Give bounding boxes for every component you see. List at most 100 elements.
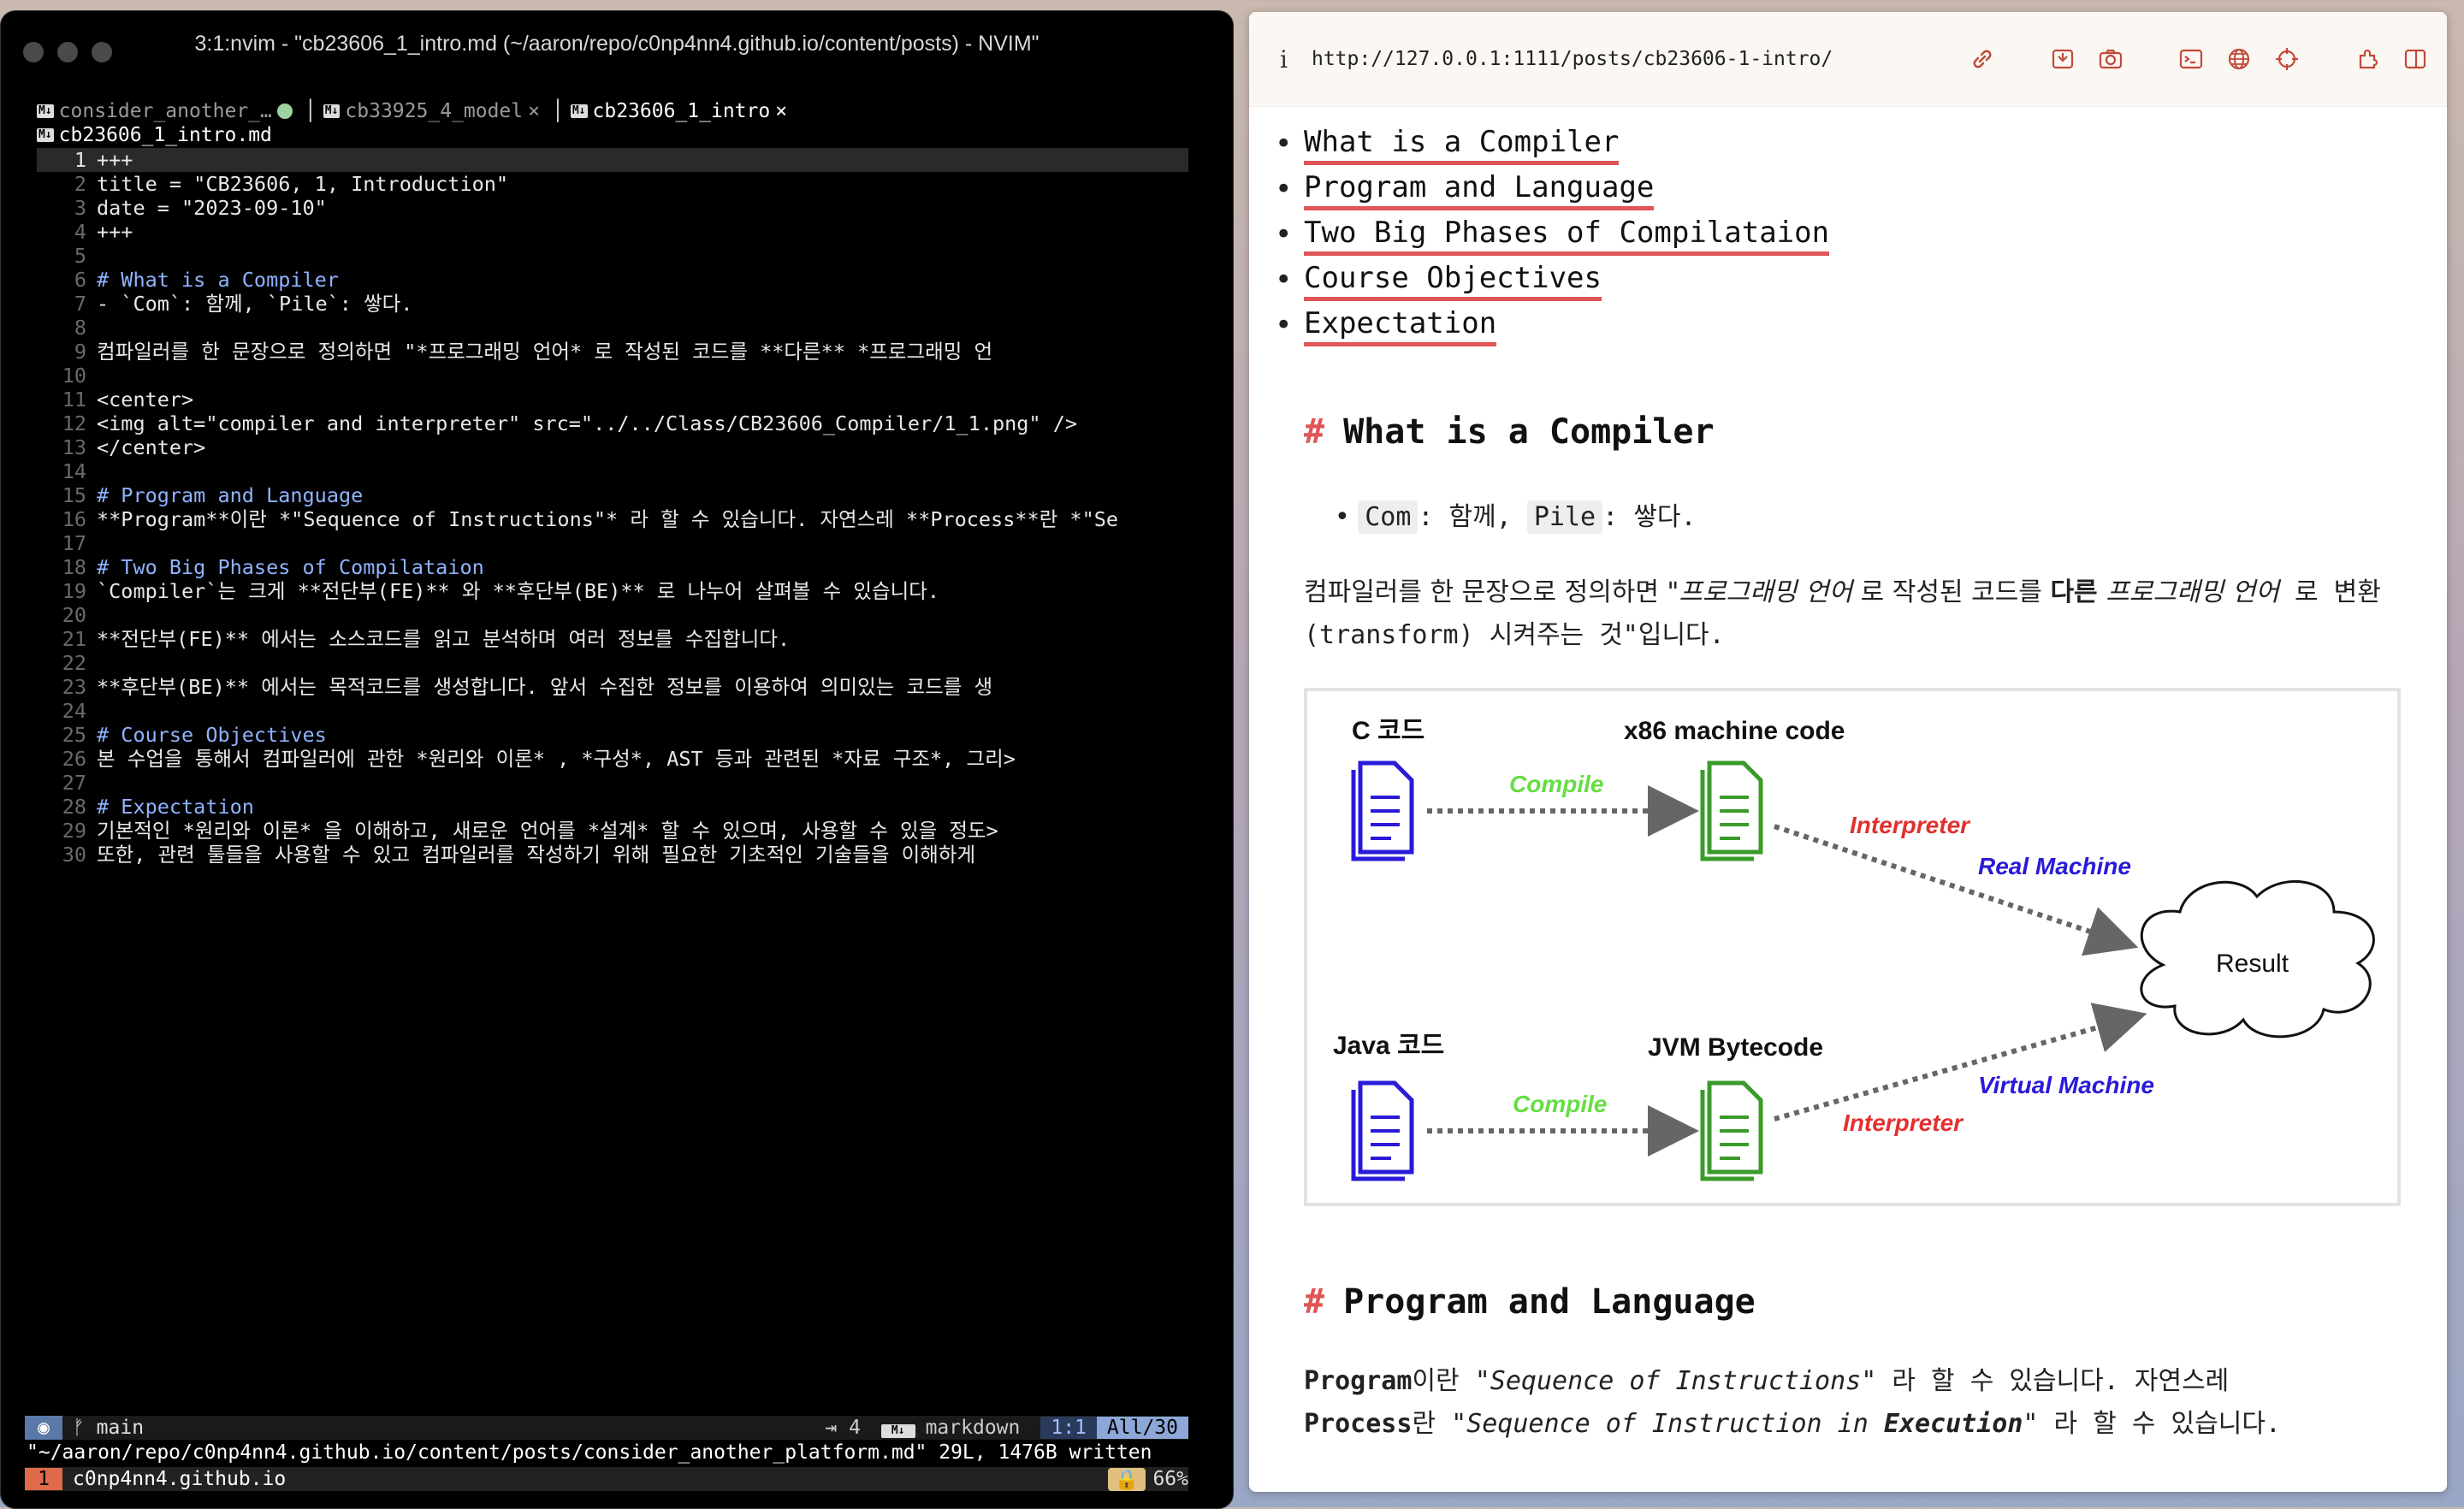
editor-line[interactable]: 18 # Two Big Phases of Compilataion (37, 555, 1188, 579)
editor-line[interactable]: 25 # Course Objectives (37, 723, 1188, 747)
camera-icon[interactable] (2096, 44, 2125, 74)
document-icon (1700, 1080, 1763, 1181)
address-bar[interactable]: http://127.0.0.1:1111/posts/cb23606-1-in… (1312, 48, 1833, 70)
toc-item[interactable]: Two Big Phases of Compilataion (1275, 216, 1830, 261)
sidebar-toggle-icon[interactable] (2401, 44, 2430, 74)
toc-link[interactable]: Expectation (1304, 306, 1497, 346)
toolbar-icons (1968, 44, 2430, 74)
line-number: 3 (74, 196, 86, 220)
line-text: 또한, 관련 툴들을 사용할 수 있고 컴파일러를 작성하기 위해 필요한 기초… (97, 843, 976, 867)
line-text: 본 수업을 통해서 컴파일러에 관한 *원리와 이론* , *구성*, AST … (97, 747, 1016, 771)
indent-setting: ⇥ 4 (825, 1417, 861, 1439)
buffer-tab-active[interactable]: M↓ cb23606_1_intro × (570, 100, 787, 122)
editor-line[interactable]: 2 title = "CB23606, 1, Introduction" (37, 172, 1188, 196)
line-number: 15 (62, 483, 86, 507)
editor-line[interactable]: 13 </center> (37, 435, 1188, 459)
line-number: 4 (74, 220, 86, 244)
editor-line[interactable]: 27 (37, 771, 1188, 795)
toc-item[interactable]: Program and Language (1275, 170, 1829, 216)
save-page-icon[interactable] (2048, 44, 2077, 74)
markdown-icon: M↓ (37, 104, 54, 118)
toc-link[interactable]: Program and Language (1304, 170, 1655, 210)
line-text (97, 531, 1188, 555)
editor-line[interactable]: 20 (37, 603, 1188, 627)
document-icon (1351, 1080, 1414, 1181)
line-number: 26 (62, 747, 86, 771)
window-controls[interactable] (23, 42, 112, 62)
text: 라 할 수 있습니다. 자연스레 (1876, 1366, 2230, 1396)
inline-code: Com (1358, 500, 1419, 534)
close-window-button[interactable] (23, 42, 44, 62)
editor-line[interactable]: 28 # Expectation (37, 795, 1188, 819)
close-tab-icon[interactable]: × (528, 100, 540, 122)
line-number: 13 (62, 435, 86, 459)
tmux-window-index[interactable]: 1 (25, 1468, 62, 1490)
heading-text: What is a Compiler (1343, 412, 1715, 452)
globe-icon[interactable] (2224, 44, 2254, 74)
browser-frame: i http://127.0.0.1:1111/posts/cb23606-1-… (1249, 12, 2447, 1492)
line-text (97, 771, 1188, 795)
toc-link[interactable]: What is a Compiler (1304, 125, 1620, 165)
editor-line[interactable]: 23 **후단부(BE)** 에서는 목적코드를 생성합니다. 앞서 수집한 정보… (37, 675, 1188, 699)
line-text: # What is a Compiler (97, 268, 339, 292)
terminal-icon[interactable] (2177, 44, 2206, 74)
buffer-tab[interactable]: M↓ consider_another_… (37, 100, 293, 122)
terminal-title: 3:1:nvim - "cb23606_1_intro.md (~/aaron/… (194, 31, 1040, 56)
line-text: # Two Big Phases of Compilataion (97, 555, 484, 579)
terminal-titlebar: 3:1:nvim - "cb23606_1_intro.md (~/aaron/… (1, 11, 1233, 76)
toc-item[interactable]: Course Objectives (1275, 261, 1829, 306)
toc-item[interactable]: What is a Compiler (1275, 125, 1829, 170)
terminal-window[interactable]: 3:1:nvim - "cb23606_1_intro.md (~/aaron/… (0, 10, 1234, 1509)
filetype: M↓ markdown (871, 1417, 1040, 1439)
heading-anchor[interactable]: # (1304, 412, 1324, 452)
editor-line[interactable]: 17 (37, 531, 1188, 555)
editor-line[interactable]: 19 `Compiler`는 크게 **전단부(FE)** 와 **후단부(BE)… (37, 579, 1188, 603)
info-icon[interactable]: i (1280, 45, 1288, 74)
editor-line[interactable]: 7 - `Com`: 함께, `Pile`: 쌓다. (37, 292, 1188, 316)
minimize-window-button[interactable] (57, 42, 78, 62)
editor-line[interactable]: 12 <img alt="compiler and interpreter" sr… (37, 411, 1188, 435)
link-icon[interactable] (1968, 44, 1997, 74)
editor-line[interactable]: 5 (37, 244, 1188, 268)
editor-line[interactable]: 22 (37, 651, 1188, 675)
editor-line[interactable]: 30 또한, 관련 툴들을 사용할 수 있고 컴파일러를 작성하기 위해 필요한 … (37, 843, 1188, 867)
heading-anchor[interactable]: # (1304, 1282, 1324, 1322)
editor-line[interactable]: 3 date = "2023-09-10" (37, 196, 1188, 220)
markdown-icon: M↓ (880, 1424, 915, 1438)
editor-line[interactable]: 10 (37, 364, 1188, 388)
editor-line[interactable]: 16 **Program**이란 *"Sequence of Instructio… (37, 507, 1188, 531)
editor-buffer[interactable]: 1 +++ 2 title = "CB23606, 1, Introduction" 3… (37, 148, 1188, 867)
close-tab-icon[interactable]: × (775, 100, 787, 122)
crosshair-icon[interactable] (2272, 44, 2301, 74)
extensions-icon[interactable] (2353, 44, 2382, 74)
line-number: 17 (62, 531, 86, 555)
editor-line[interactable]: 26 본 수업을 통해서 컴파일러에 관한 *원리와 이론* , *구성*, AS… (37, 747, 1188, 771)
zoom-window-button[interactable] (92, 42, 112, 62)
line-number: 2 (74, 172, 86, 196)
text (2098, 577, 2106, 607)
figure-svg: C 코드 Compile x86 machine code Interprete… (1333, 717, 2375, 1181)
modified-indicator (276, 104, 293, 119)
browser-window[interactable]: i http://127.0.0.1:1111/posts/cb23606-1-… (1234, 0, 2464, 1507)
editor-line[interactable]: 1 +++ (37, 148, 1188, 172)
editor-line[interactable]: 8 (37, 316, 1188, 340)
toc-link[interactable]: Course Objectives (1304, 261, 1602, 301)
section-heading: # What is a Compiler (1304, 412, 1715, 452)
editor-line[interactable]: 6 # What is a Compiler (37, 268, 1188, 292)
toc-link[interactable]: Two Big Phases of Compilataion (1304, 216, 1830, 256)
editor-line[interactable]: 4 +++ (37, 220, 1188, 244)
java-code-label: Java 코드 (1333, 1032, 1444, 1060)
editor-line[interactable]: 15 # Program and Language (37, 483, 1188, 507)
editor-line[interactable]: 9 컴파일러를 한 문장으로 정의하면 "*프로그래밍 언어* 로 작성된 코드를… (37, 340, 1188, 364)
editor-line[interactable]: 24 (37, 699, 1188, 723)
line-text: 컴파일러를 한 문장으로 정의하면 "*프로그래밍 언어* 로 작성된 코드를 … (97, 340, 993, 364)
italic-text: "Sequence of Instruction in (1451, 1409, 1884, 1439)
editor-line[interactable]: 29 기본적인 *원리와 이론* 을 이해하고, 새로운 언어를 *설계* 할 수… (37, 819, 1188, 843)
buffer-tab[interactable]: M↓ cb33925_4_model × (323, 100, 540, 122)
editor-line[interactable]: 11 <center> (37, 388, 1188, 411)
editor-line[interactable]: 14 (37, 459, 1188, 483)
editor-line[interactable]: 21 **전단부(FE)** 에서는 소스코드를 읽고 분석하며 여러 정보를 수… (37, 627, 1188, 651)
toc-item[interactable]: Expectation (1275, 306, 1829, 352)
real-machine-label: Real Machine (1978, 853, 2131, 879)
buffer-tab-label: cb23606_1_intro (592, 100, 771, 122)
